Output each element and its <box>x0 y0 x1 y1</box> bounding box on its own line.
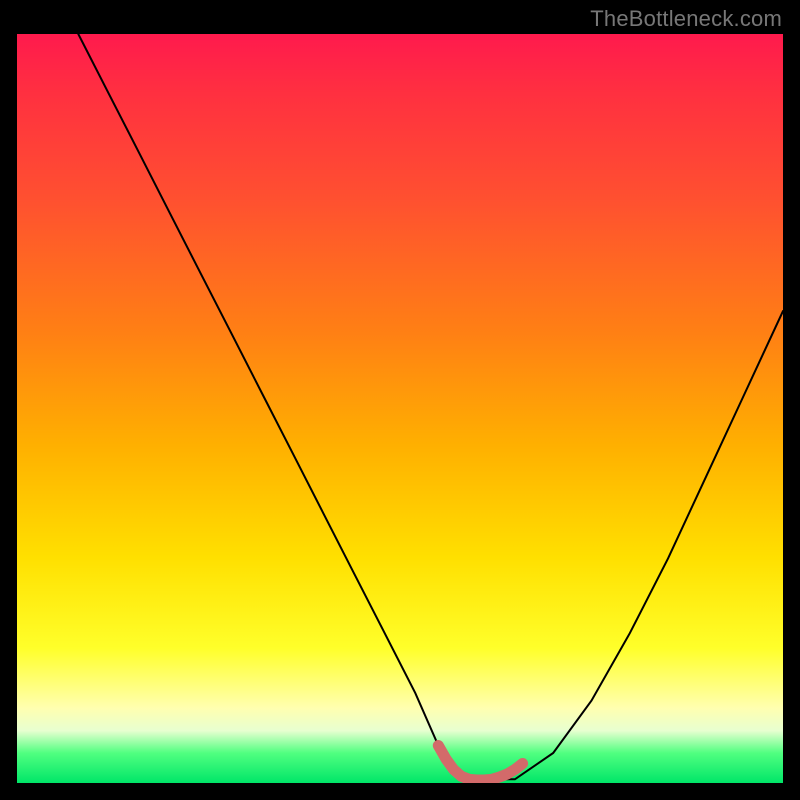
chart-svg <box>17 34 783 783</box>
watermark-text: TheBottleneck.com <box>590 6 782 32</box>
curve-highlight <box>438 746 522 781</box>
chart-stage: TheBottleneck.com <box>0 0 800 800</box>
plot-area <box>17 34 783 783</box>
curve-main <box>78 34 783 779</box>
